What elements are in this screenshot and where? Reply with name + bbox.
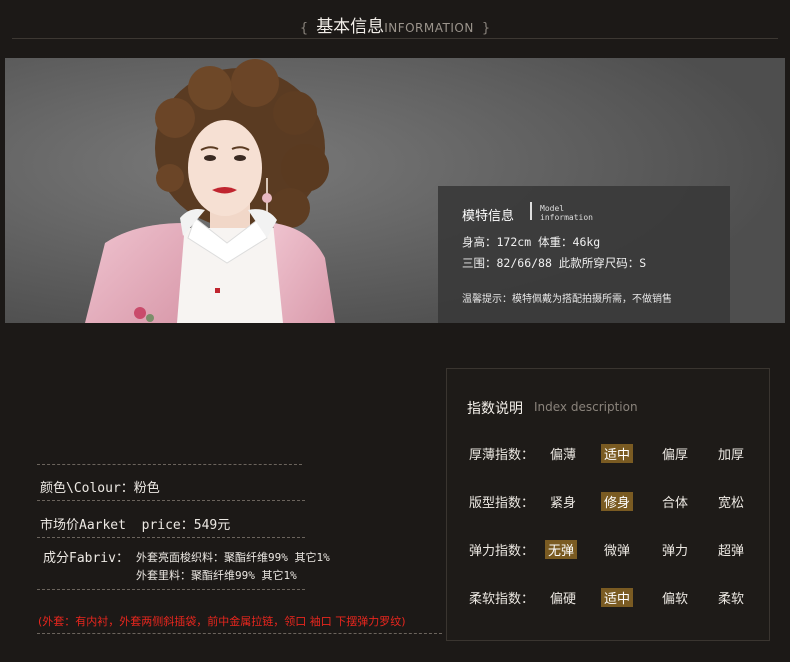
- brace-right: }: [481, 21, 491, 36]
- model-info-note: 温馨提示：模特佩戴为搭配拍摄所需，不做销售: [462, 294, 672, 305]
- index-label: 弹力指数：: [469, 544, 535, 559]
- product-remark: (外套：有内衬，外套两侧斜插袋，前中金属拉链，领口 袖口 下摆弹力罗纹): [38, 615, 406, 628]
- index-label: 柔软指数：: [469, 592, 535, 607]
- index-option: 偏软: [662, 592, 689, 607]
- section-title: { 基本信息INFORMATION}: [0, 12, 790, 37]
- index-option: 合体: [662, 496, 689, 511]
- index-option: 紧身: [550, 496, 577, 511]
- divider: [37, 633, 442, 634]
- section-header: { 基本信息INFORMATION}: [0, 0, 790, 40]
- index-row-elasticity: 弹力指数： 无弹 微弹 弹力 超弹: [469, 538, 759, 559]
- colour-value: 颜色\Colour：粉色: [40, 481, 160, 496]
- index-description-box: 指数说明 Index description 厚薄指数： 偏薄 适中 偏厚 加厚…: [446, 368, 770, 641]
- index-option: 宽松: [718, 496, 745, 511]
- index-option: 修身: [601, 492, 634, 511]
- index-option: 偏薄: [550, 448, 577, 463]
- fabric-line-2: 外套里料：聚酯纤维99% 其它1%: [136, 569, 297, 582]
- index-option: 适中: [601, 444, 634, 463]
- index-option: 弹力: [662, 544, 689, 559]
- index-option: 柔软: [718, 592, 745, 607]
- model-info-title: 模特信息: [462, 209, 515, 224]
- index-option: 加厚: [718, 448, 745, 463]
- brace-left: {: [299, 21, 309, 36]
- index-option: 微弹: [604, 544, 631, 559]
- model-measurements: 三围：82/66/88 此款所穿尺码：S: [462, 256, 647, 270]
- index-row-fit: 版型指数： 紧身 修身 合体 宽松: [469, 490, 759, 511]
- index-row-softness: 柔软指数： 偏硬 适中 偏软 柔软: [469, 586, 759, 607]
- index-row-thickness: 厚薄指数： 偏薄 适中 偏厚 加厚: [469, 442, 759, 463]
- divider: [37, 589, 305, 590]
- index-label: 版型指数：: [469, 496, 535, 511]
- index-title-en: Index description: [534, 400, 638, 414]
- model-info-subtitle: Model information: [540, 204, 593, 222]
- price-value: 市场价Aarket price：549元: [40, 518, 231, 533]
- header-divider: [12, 38, 778, 39]
- model-info-box: 模特信息 Model information 身高：172cm 体重：46kg …: [438, 186, 730, 323]
- index-option: 适中: [601, 588, 634, 607]
- fabric-line-1: 外套亮面梭织料：聚酯纤维99% 其它1%: [136, 551, 330, 564]
- index-option: 偏厚: [662, 448, 689, 463]
- model-info-separator: [530, 202, 532, 220]
- index-title: 指数说明: [467, 401, 523, 417]
- index-option: 无弹: [545, 540, 578, 559]
- divider: [37, 464, 302, 465]
- divider: [37, 537, 305, 538]
- section-title-cn: 基本信息: [316, 17, 385, 37]
- model-height-weight: 身高：172cm 体重：46kg: [462, 235, 601, 249]
- divider: [37, 500, 305, 501]
- fabric-label: 成分Fabriv：: [43, 551, 129, 566]
- section-title-en: INFORMATION: [384, 21, 474, 35]
- index-option: 偏硬: [550, 592, 577, 607]
- index-label: 厚薄指数：: [469, 448, 535, 463]
- index-option: 超弹: [718, 544, 745, 559]
